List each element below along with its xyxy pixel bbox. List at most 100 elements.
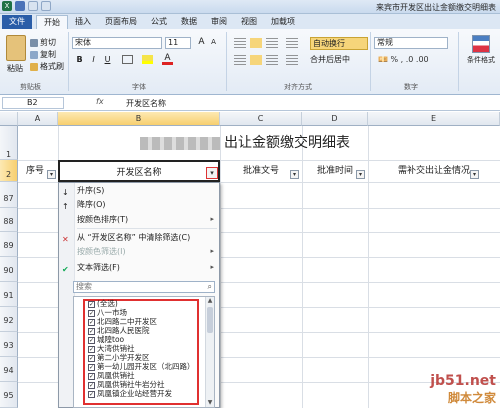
column-header-d[interactable]: D [302,112,368,126]
font-color-icon[interactable]: A [162,54,173,65]
checkbox[interactable]: ✓ [88,318,95,326]
separator [458,32,459,91]
checkbox[interactable]: ✓ [88,327,95,335]
name-box[interactable]: B2 [2,97,64,109]
orientation-icon[interactable] [286,38,298,48]
list-scrollbar[interactable]: ▲ ▼ [205,297,214,407]
row-header-95[interactable]: 95 [0,382,18,408]
tab-view[interactable]: 视图 [234,15,264,29]
menu-clear-filter[interactable]: ✕ 从 “开发区名称” 中清除筛选(C) [59,231,219,244]
row-header-88[interactable]: 88 [0,208,18,232]
font-size-select[interactable]: 11 [165,37,191,49]
checkbox[interactable]: ✓ [88,300,95,308]
excel-logo-icon: X [2,1,12,11]
column-header-b[interactable]: B [58,112,220,126]
filter-dropdown-e[interactable]: ▾ [470,170,479,179]
undo-icon[interactable] [28,1,38,11]
menu-sort-descending[interactable]: ↑ 降序(O) [59,198,219,211]
list-item[interactable]: ✓ 凤凰镇企业站经营开发 [88,389,172,399]
bold-button[interactable]: B [74,54,85,65]
tab-insert[interactable]: 插入 [68,15,98,29]
header-zone[interactable]: 开发区名称 [58,160,220,182]
row-header-87[interactable]: 87 [0,182,18,208]
submenu-arrow-icon: ▸ [210,263,214,271]
tab-review[interactable]: 审阅 [204,15,234,29]
align-right-icon[interactable] [266,55,278,65]
align-left-icon[interactable] [234,55,246,65]
row-header-94[interactable]: 94 [0,357,18,382]
formula-bar: B2 fx 开发区名称 [0,96,500,111]
row-header-92[interactable]: 92 [0,307,18,332]
align-bottom-icon[interactable] [266,38,278,48]
align-center-icon[interactable] [250,55,262,65]
checkbox[interactable]: ✓ [88,381,95,389]
checkbox[interactable]: ✓ [88,390,95,398]
format-painter-button[interactable]: 格式刷 [30,61,64,72]
filter-values-list[interactable]: ✓ (全选) ✓ 八一市场 ✓ 北四路二中开发区 ✓ 北四路人民医院 ✓ 城隍too ✓ 大… [73,296,215,408]
row-header-91[interactable]: 91 [0,282,18,307]
column-header-a[interactable]: A [18,112,58,126]
merge-center-button[interactable]: 合并后居中 [310,54,350,65]
row-header-1[interactable]: 1 [0,126,18,160]
tab-page-layout[interactable]: 页面布局 [98,15,144,29]
fx-icon[interactable]: fx [96,97,104,106]
scroll-down-icon[interactable]: ▼ [206,399,214,407]
formula-content[interactable]: 开发区名称 [126,98,166,109]
header-extra[interactable]: 需补交出让金情况 [368,160,500,182]
number-group-label: 数字 [404,83,418,91]
paste-icon[interactable] [6,35,26,61]
conditional-formatting-button[interactable]: 条件格式 [466,35,496,65]
menu-sort-by-color[interactable]: 按颜色排序(T) ▸ [59,213,219,226]
row-header-89[interactable]: 89 [0,232,18,257]
copy-button[interactable]: 复制 [30,49,56,60]
tab-home[interactable]: 开始 [36,15,68,29]
checkbox[interactable]: ✓ [88,309,95,317]
filter-search-input[interactable]: 搜索 ⌕ [73,281,215,293]
italic-button[interactable]: I [88,54,99,65]
sort-by-color-label: 按颜色排序(T) [77,215,129,224]
filter-dropdown-c[interactable]: ▾ [290,170,299,179]
borders-icon[interactable] [122,55,133,64]
row-header-2[interactable]: 2 [0,160,18,182]
checkbox[interactable]: ✓ [88,372,95,380]
conditional-formatting-label: 条件格式 [467,56,495,64]
row-header-90[interactable]: 90 [0,257,18,282]
fill-color-icon[interactable] [142,55,153,64]
align-middle-icon[interactable] [250,38,262,48]
indent-icon[interactable] [286,55,298,65]
checkbox[interactable]: ✓ [88,363,95,371]
number-format-select[interactable]: 常规 [374,37,448,49]
tab-formulas[interactable]: 公式 [144,15,174,29]
tab-file[interactable]: 文件 [2,15,32,29]
scrollbar-thumb[interactable] [207,307,213,333]
underline-button[interactable]: U [102,54,113,65]
font-name-select[interactable]: 宋体 [72,37,162,49]
redo-icon[interactable] [41,1,51,11]
wrap-text-button[interactable]: 自动换行 [310,37,368,50]
shrink-font-button[interactable]: A [208,37,219,48]
paste-button[interactable]: 粘贴 [7,63,23,74]
column-header-c[interactable]: C [220,112,302,126]
align-top-icon[interactable] [234,38,246,48]
menu-sort-ascending[interactable]: ↓ 升序(S) [59,184,219,197]
checkbox[interactable]: ✓ [88,345,95,353]
copy-icon [30,50,38,59]
filter-active-icon[interactable]: ▾ [206,167,218,179]
cut-button[interactable]: 剪切 [30,37,56,48]
column-header-e[interactable]: E [368,112,500,126]
filter-dropdown-a[interactable]: ▾ [47,170,56,179]
filter-dropdown-d[interactable]: ▾ [356,170,365,179]
redacted-text [140,136,220,150]
save-icon[interactable] [15,1,25,11]
checkbox[interactable]: ✓ [88,354,95,362]
select-all-corner[interactable] [0,112,18,126]
tab-addins[interactable]: 加载项 [264,15,302,29]
autofilter-menu: ↓ 升序(S) ↑ 降序(O) 按颜色排序(T) ▸ ✕ 从 “开发区名称” 中… [58,182,220,408]
grow-font-button[interactable]: A [196,37,207,48]
checkbox[interactable]: ✓ [88,336,95,344]
row-header-93[interactable]: 93 [0,332,18,357]
tab-data[interactable]: 数据 [174,15,204,29]
scroll-up-icon[interactable]: ▲ [206,297,214,305]
number-format-icons[interactable]: 💴 % , .0 .00 [378,55,429,64]
menu-text-filter[interactable]: ✔ 文本筛选(F) ▸ [59,261,219,274]
